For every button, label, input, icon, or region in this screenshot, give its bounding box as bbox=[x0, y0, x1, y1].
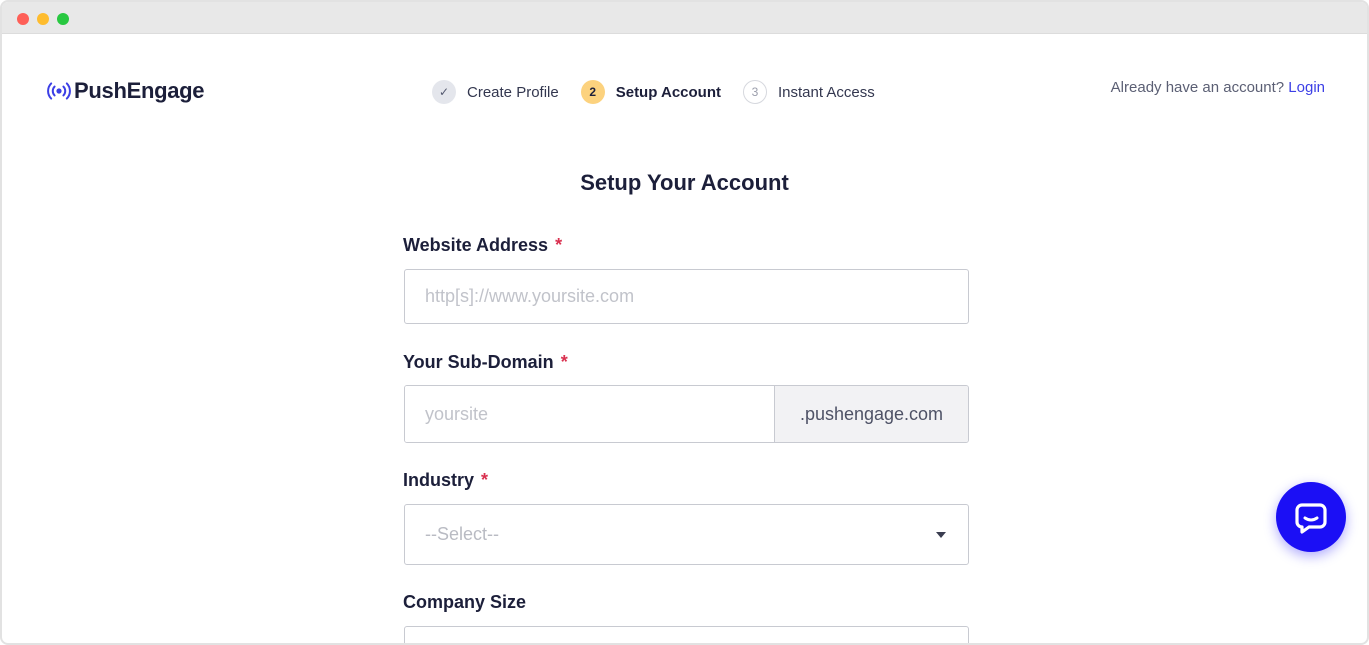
required-mark: * bbox=[481, 470, 489, 490]
brand-logo[interactable]: PushEngage bbox=[46, 78, 205, 104]
page-header: PushEngage ✓ Create Profile 2 Setup Acco… bbox=[2, 34, 1367, 134]
industry-label-text: Industry bbox=[403, 470, 475, 490]
subdomain-field: .pushengage.com bbox=[404, 385, 969, 443]
maximize-window-button[interactable] bbox=[57, 13, 69, 25]
subdomain-input[interactable] bbox=[405, 386, 774, 442]
industry-label: Industry * bbox=[403, 470, 488, 491]
website-label-text: Website Address bbox=[403, 235, 549, 255]
caret-down-icon bbox=[936, 531, 946, 538]
subdomain-suffix: .pushengage.com bbox=[774, 386, 968, 442]
login-prompt-text: Already have an account? bbox=[1110, 79, 1289, 96]
page-title: Setup Your Account bbox=[580, 170, 789, 195]
window-titlebar bbox=[2, 2, 1367, 34]
close-window-button[interactable] bbox=[17, 13, 29, 25]
step-label: Create Profile bbox=[467, 83, 559, 101]
subdomain-label-text: Your Sub-Domain bbox=[403, 352, 554, 372]
step-label: Instant Access bbox=[778, 83, 875, 101]
step-number: 3 bbox=[743, 80, 767, 104]
subdomain-label: Your Sub-Domain * bbox=[403, 352, 568, 373]
login-prompt: Already have an account? Login bbox=[1111, 79, 1325, 96]
step-create-profile: ✓ Create Profile bbox=[432, 80, 559, 104]
company-size-label-text: Company Size bbox=[403, 592, 527, 612]
website-label: Website Address * bbox=[403, 235, 562, 256]
login-link[interactable]: Login bbox=[1288, 79, 1325, 96]
required-mark: * bbox=[555, 235, 563, 255]
brand-name: PushEngage bbox=[74, 78, 205, 103]
industry-select-value: --Select-- bbox=[425, 524, 500, 544]
browser-window: PushEngage ✓ Create Profile 2 Setup Acco… bbox=[0, 0, 1369, 645]
minimize-window-button[interactable] bbox=[37, 13, 49, 25]
checkmark-icon: ✓ bbox=[432, 80, 456, 104]
step-instant-access: 3 Instant Access bbox=[743, 80, 875, 104]
industry-select[interactable]: --Select-- bbox=[404, 504, 969, 565]
step-setup-account: 2 Setup Account bbox=[580, 80, 721, 104]
broadcast-icon bbox=[47, 82, 71, 100]
company-size-select[interactable] bbox=[404, 626, 969, 643]
step-label: Setup Account bbox=[615, 83, 721, 101]
progress-steps: ✓ Create Profile 2 Setup Account 3 Insta… bbox=[432, 80, 897, 104]
step-number: 2 bbox=[580, 80, 605, 104]
website-input[interactable] bbox=[404, 269, 969, 324]
chat-button[interactable] bbox=[1276, 482, 1346, 552]
company-size-label: Company Size bbox=[403, 592, 526, 613]
chat-bubble-icon bbox=[1295, 503, 1327, 534]
required-mark: * bbox=[560, 352, 568, 372]
